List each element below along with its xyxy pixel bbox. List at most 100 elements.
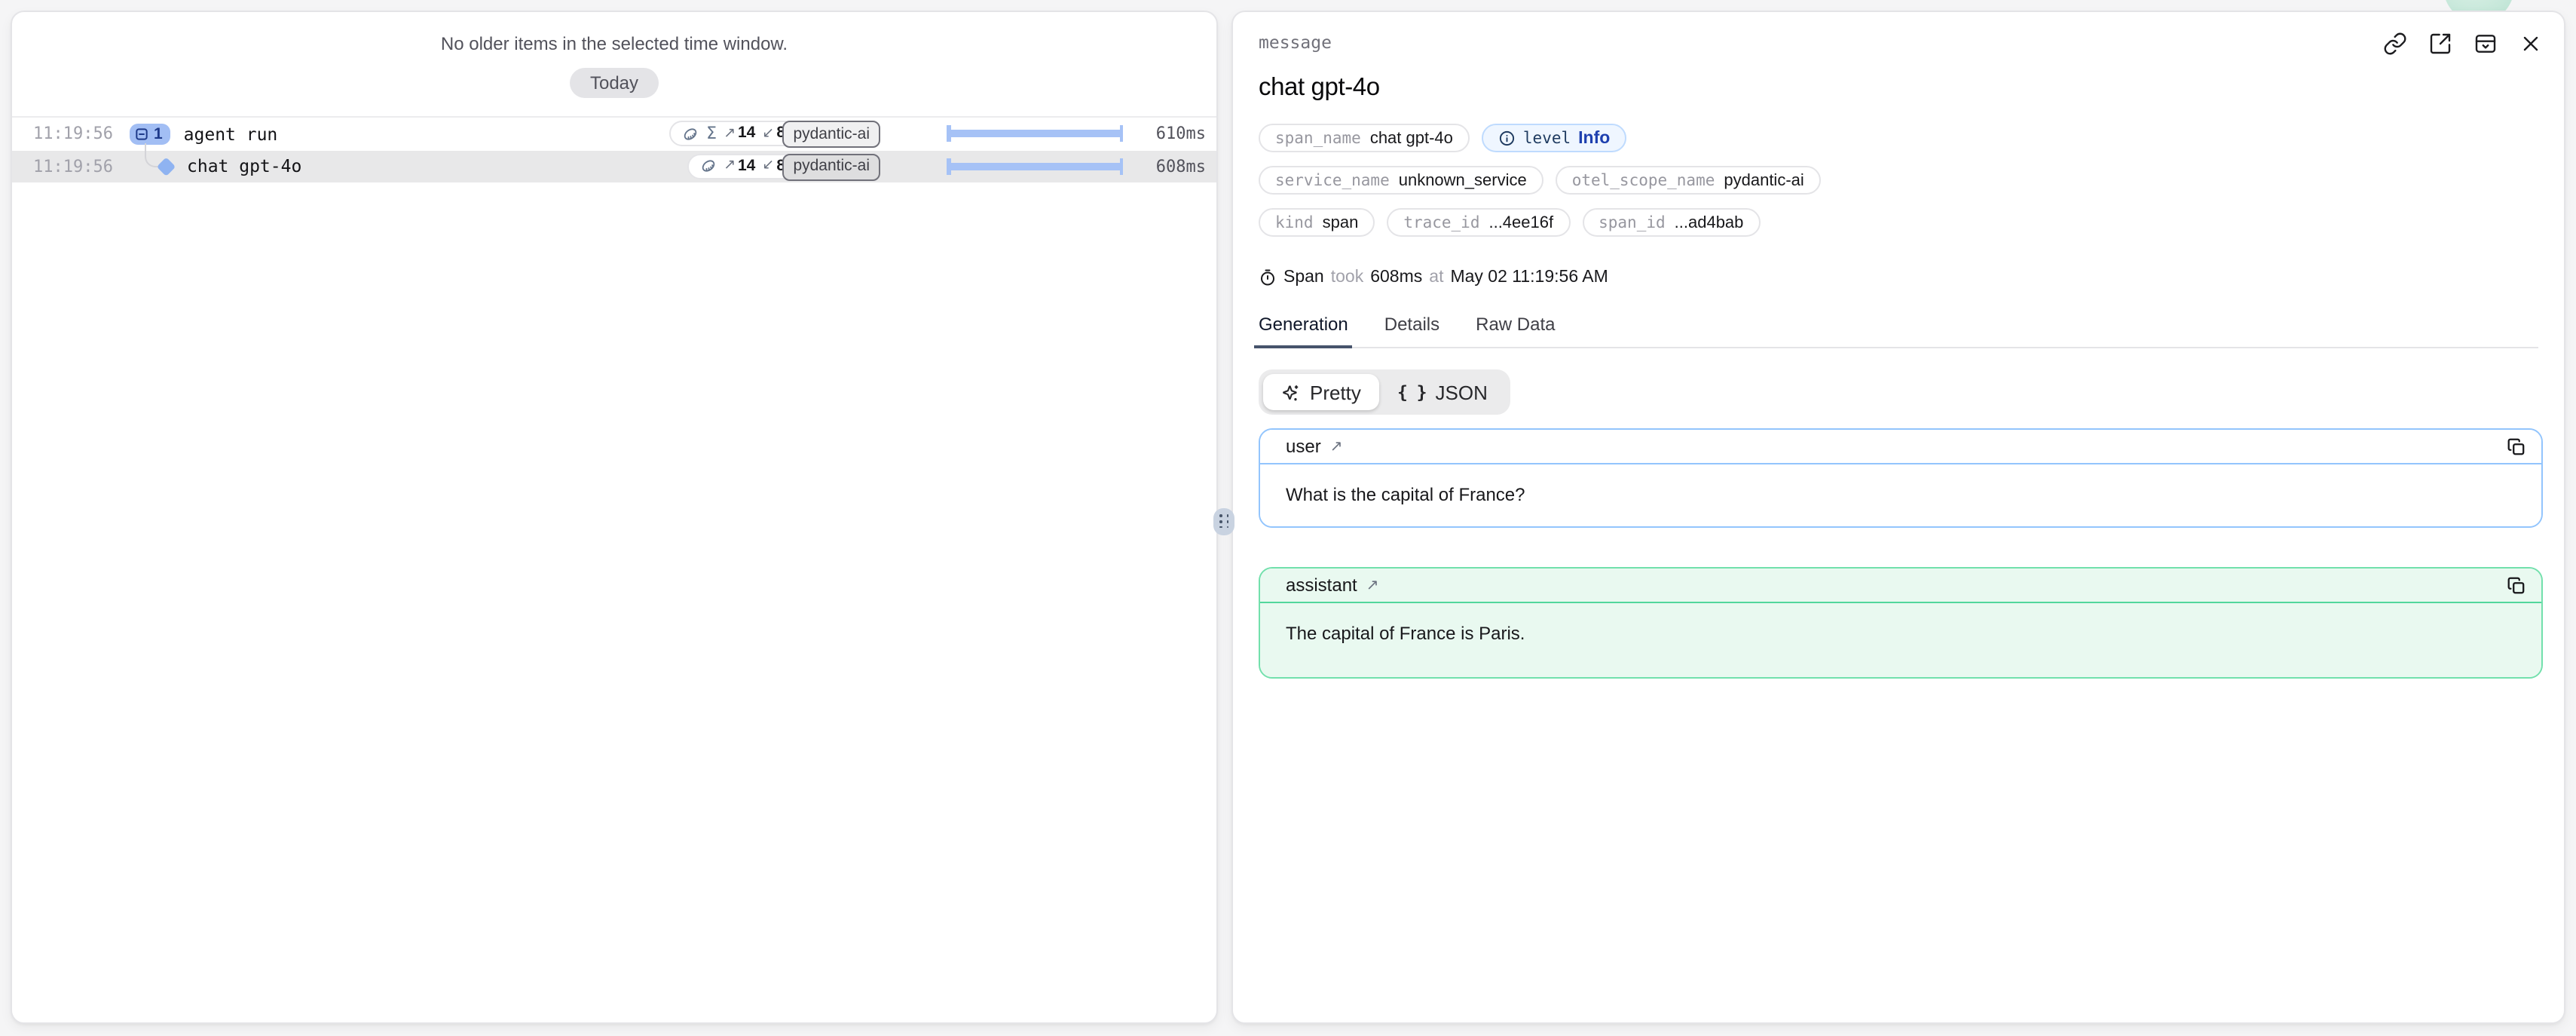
copy-icon[interactable] xyxy=(2507,575,2526,595)
view-mode-toggle: Pretty { } JSON xyxy=(1259,369,1510,415)
message-header: assistant ↗ xyxy=(1260,569,2541,603)
row-timestamp: 11:19:56 xyxy=(33,124,113,144)
token-stats-pill: Σ ↗ 14 ↙ 8 xyxy=(669,121,797,146)
attr-pill-otel-scope-name[interactable]: otel_scope_name pydantic-ai xyxy=(1556,166,1821,195)
timing-label: Span xyxy=(1283,268,1324,287)
detail-tabs: Generation Details Raw Data xyxy=(1259,314,2538,348)
toggle-pretty-label: Pretty xyxy=(1310,381,1361,403)
detail-header-actions xyxy=(2383,32,2543,56)
copy-icon[interactable] xyxy=(2507,437,2526,456)
message-card-assistant: assistant ↗ The capital of France is Par… xyxy=(1259,567,2543,679)
timing-took: took xyxy=(1331,268,1364,287)
collapse-minus-icon xyxy=(135,127,150,142)
info-circle-icon xyxy=(1498,130,1516,147)
bar-body xyxy=(947,130,1123,137)
attr-value: span xyxy=(1323,213,1359,231)
message-role: assistant xyxy=(1286,575,1357,596)
braces-icon: { } xyxy=(1397,382,1427,403)
attr-key: kind xyxy=(1275,213,1314,231)
row-duration: 610ms xyxy=(1156,124,1206,144)
detail-header: message xyxy=(1233,12,2564,56)
arrow-up-right-icon: ↗ xyxy=(724,159,736,173)
span-title: chat gpt-4o xyxy=(1259,74,2564,103)
message-role: user xyxy=(1286,436,1321,457)
toggle-pretty[interactable]: Pretty xyxy=(1263,374,1379,410)
date-pill-today[interactable]: Today xyxy=(571,68,658,98)
tab-raw-data[interactable]: Raw Data xyxy=(1476,314,1555,347)
toggle-json[interactable]: { } JSON xyxy=(1379,374,1506,410)
copy-link-icon[interactable] xyxy=(2383,32,2407,56)
close-icon[interactable] xyxy=(2519,32,2543,56)
collapse-children-badge[interactable]: 1 xyxy=(130,124,170,144)
span-kind-kicker: message xyxy=(1259,32,1332,53)
attr-pill-trace-id[interactable]: trace_id ...4ee16f xyxy=(1387,208,1570,237)
attr-value: chat gpt-4o xyxy=(1370,129,1453,147)
attr-key: otel_scope_name xyxy=(1572,171,1715,189)
stopwatch-icon xyxy=(1259,268,1277,287)
span-detail-panel: message xyxy=(1231,11,2565,1024)
token-stats-pill: ↗ 14 ↙ 8 xyxy=(687,153,797,179)
open-in-new-icon[interactable] xyxy=(2428,32,2452,56)
sigma-icon: Σ xyxy=(706,125,717,142)
token-coin-icon xyxy=(699,157,717,175)
attr-value: ...ad4bab xyxy=(1675,213,1744,231)
bar-end-cap xyxy=(1119,158,1123,175)
arrow-up-right-icon[interactable]: ↗ xyxy=(1366,577,1379,593)
attr-pill-kind[interactable]: kind span xyxy=(1259,208,1375,237)
tab-details[interactable]: Details xyxy=(1384,314,1439,347)
timing-duration: 608ms xyxy=(1370,268,1422,287)
span-label: chat gpt-4o xyxy=(187,156,301,177)
panel-resize-handle[interactable] xyxy=(1213,508,1234,535)
tokens-in-count: 14 xyxy=(738,126,755,142)
attr-value: unknown_service xyxy=(1399,171,1527,189)
timing-at: at xyxy=(1429,268,1443,287)
scope-tag-badge[interactable]: pydantic-ai xyxy=(782,121,880,148)
arrow-up-right-icon[interactable]: ↗ xyxy=(1330,438,1343,455)
tokens-in: ↗ 14 xyxy=(724,126,755,142)
attr-pill-span-id[interactable]: span_id ...ad4bab xyxy=(1582,208,1760,237)
tokens-in-count: 14 xyxy=(738,158,755,174)
sparkles-icon xyxy=(1281,382,1301,402)
tab-generation[interactable]: Generation xyxy=(1259,314,1348,347)
attr-key: trace_id xyxy=(1403,213,1479,231)
tree-connector-line xyxy=(145,143,161,167)
message-content: The capital of France is Paris. xyxy=(1260,603,2541,677)
tokens-out: ↙ 8 xyxy=(762,158,785,174)
app-root: No older items in the selected time wind… xyxy=(0,0,2576,1036)
tokens-in: ↗ 14 xyxy=(724,158,755,174)
empty-notice: No older items in the selected time wind… xyxy=(12,33,1216,54)
attr-pill-span-name[interactable]: span_name chat gpt-4o xyxy=(1259,124,1470,152)
message-card-user: user ↗ What is the capital of France? xyxy=(1259,428,2543,528)
token-coin-icon xyxy=(681,124,699,143)
attr-value: pydantic-ai xyxy=(1724,171,1804,189)
toggle-json-label: JSON xyxy=(1436,381,1488,403)
row-duration: 608ms xyxy=(1156,157,1206,176)
attr-key: span_name xyxy=(1275,129,1361,147)
row-timestamp: 11:19:56 xyxy=(33,157,113,176)
level-info-badge[interactable]: level Info xyxy=(1482,124,1626,152)
attribute-badges: span_name chat gpt-4o level Info service… xyxy=(1259,124,2538,237)
scope-tag-badge[interactable]: pydantic-ai xyxy=(782,153,880,180)
attr-key: service_name xyxy=(1275,171,1390,189)
span-label: agent run xyxy=(184,124,278,145)
attr-key: level xyxy=(1523,129,1571,147)
dock-panel-icon[interactable] xyxy=(2474,32,2498,56)
bar-body xyxy=(947,163,1123,170)
trace-row-chat-gpt-4o[interactable]: 11:19:56 chat gpt-4o ↗ xyxy=(12,150,1216,182)
arrow-down-left-icon: ↙ xyxy=(762,159,774,173)
bar-end-cap xyxy=(1119,126,1123,143)
trace-row-agent-run[interactable]: 11:19:56 1 agent run xyxy=(12,118,1216,150)
message-content: What is the capital of France? xyxy=(1260,464,2541,526)
attr-pill-service-name[interactable]: service_name unknown_service xyxy=(1259,166,1543,195)
timeline-panel: No older items in the selected time wind… xyxy=(11,11,1218,1024)
children-count: 1 xyxy=(154,126,163,142)
attr-value: ...4ee16f xyxy=(1488,213,1553,231)
arrow-down-left-icon: ↙ xyxy=(762,127,774,141)
duration-bar xyxy=(947,126,1123,143)
timing-timestamp: May 02 11:19:56 AM xyxy=(1450,268,1608,287)
tokens-out: ↙ 8 xyxy=(762,126,785,142)
message-header: user ↗ xyxy=(1260,430,2541,464)
duration-bar xyxy=(947,158,1123,175)
attr-value: Info xyxy=(1578,129,1610,147)
attr-key: span_id xyxy=(1599,213,1666,231)
